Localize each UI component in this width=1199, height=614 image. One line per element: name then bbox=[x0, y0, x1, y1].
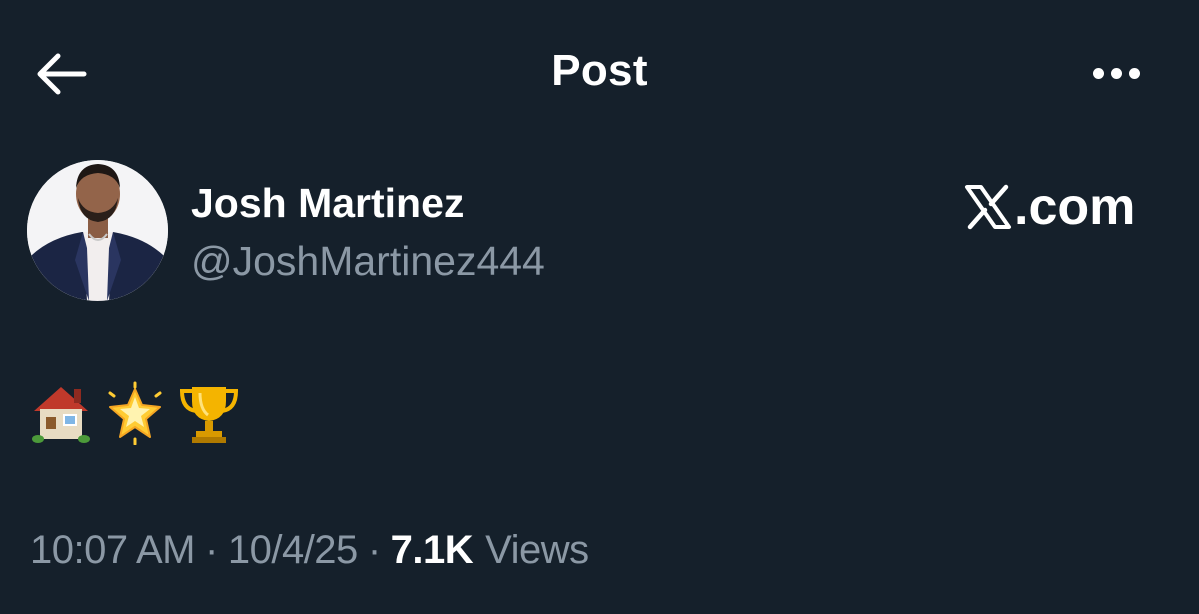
meta-separator-2: · bbox=[367, 528, 381, 572]
x-com-watermark: .com bbox=[964, 176, 1135, 238]
top-bar: Post bbox=[0, 0, 1199, 150]
post-time: 10:07 AM bbox=[30, 528, 196, 572]
post-meta: 10:07 AM · 10/4/25 · 7.1K Views bbox=[30, 528, 589, 573]
author-display-name[interactable]: Josh Martinez bbox=[191, 180, 464, 227]
more-dot bbox=[1128, 67, 1140, 79]
more-options-button[interactable] bbox=[1082, 56, 1150, 90]
x-logo-icon bbox=[965, 184, 1011, 230]
post-date[interactable]: 10/4/25 bbox=[228, 528, 358, 572]
avatar[interactable] bbox=[27, 160, 168, 301]
more-dot bbox=[1110, 67, 1122, 79]
page-title: Post bbox=[551, 46, 648, 95]
house-emoji bbox=[32, 387, 90, 443]
avatar-photo bbox=[27, 160, 168, 301]
author-handle[interactable]: @JoshMartinez444 bbox=[191, 238, 545, 285]
meta-separator: · bbox=[205, 528, 218, 572]
glowing-star-emoji bbox=[108, 381, 162, 445]
watermark-text: .com bbox=[1014, 178, 1136, 236]
post-page: Post Josh Martinez @JoshMartinez444 .com… bbox=[0, 0, 1199, 614]
more-horizontal-icon bbox=[1092, 67, 1104, 79]
views-count[interactable]: 7.1K bbox=[391, 528, 474, 572]
trophy-emoji bbox=[179, 387, 239, 443]
tweet-text bbox=[30, 378, 240, 448]
views-label: Views bbox=[485, 528, 589, 572]
